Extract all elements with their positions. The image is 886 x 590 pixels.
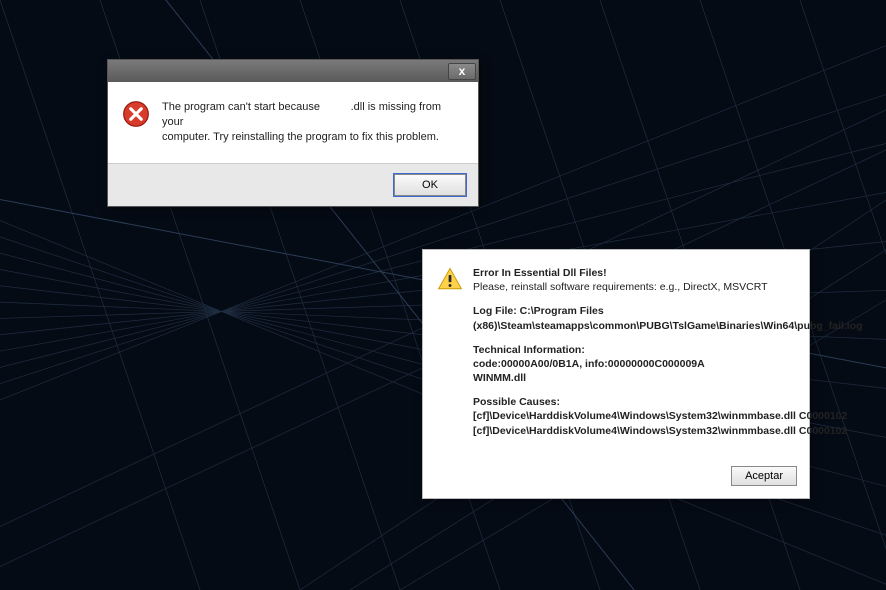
tech-dll: WINMM.dll xyxy=(473,372,526,384)
essential-dll-error-dialog: Error In Essential Dll Files! Please, re… xyxy=(422,249,810,499)
error-icon xyxy=(122,100,150,128)
dialog1-titlebar: x xyxy=(108,60,478,82)
close-icon: x xyxy=(459,64,466,78)
dialog1-footer: OK xyxy=(108,163,478,206)
cause-2: [cf]\Device\HarddiskVolume4\Windows\Syst… xyxy=(473,425,847,437)
tech-code: code:00000A00/0B1A, info:00000000C000009… xyxy=(473,358,705,370)
logfile-path: (x86)\Steam\steamapps\common\PUBG\TslGam… xyxy=(473,320,862,332)
error-title: Error In Essential Dll Files! xyxy=(473,267,607,279)
dialog2-footer: Aceptar xyxy=(423,458,809,498)
ok-button[interactable]: OK xyxy=(394,174,466,196)
close-button[interactable]: x xyxy=(448,63,476,80)
msg-part1: The program can't start because xyxy=(162,101,323,113)
dialog1-body: The program can't start because .dll is … xyxy=(108,82,478,163)
missing-dll-dialog: x The program can't start because .dll i… xyxy=(107,59,479,207)
tech-header: Technical Information: xyxy=(473,344,585,356)
dialog2-message: Error In Essential Dll Files! Please, re… xyxy=(473,266,862,448)
error-subtitle: Please, reinstall software requirements:… xyxy=(473,281,768,293)
cause-1: [cf]\Device\HarddiskVolume4\Windows\Syst… xyxy=(473,410,847,422)
dialog1-message: The program can't start because .dll is … xyxy=(162,100,464,145)
accept-button[interactable]: Aceptar xyxy=(731,466,797,486)
msg-part3: computer. Try reinstalling the program t… xyxy=(162,131,439,143)
warning-icon xyxy=(437,266,463,292)
logfile-header: Log File: C:\Program Files xyxy=(473,305,604,317)
causes-header: Possible Causes: xyxy=(473,396,560,408)
dialog2-body: Error In Essential Dll Files! Please, re… xyxy=(423,250,809,458)
